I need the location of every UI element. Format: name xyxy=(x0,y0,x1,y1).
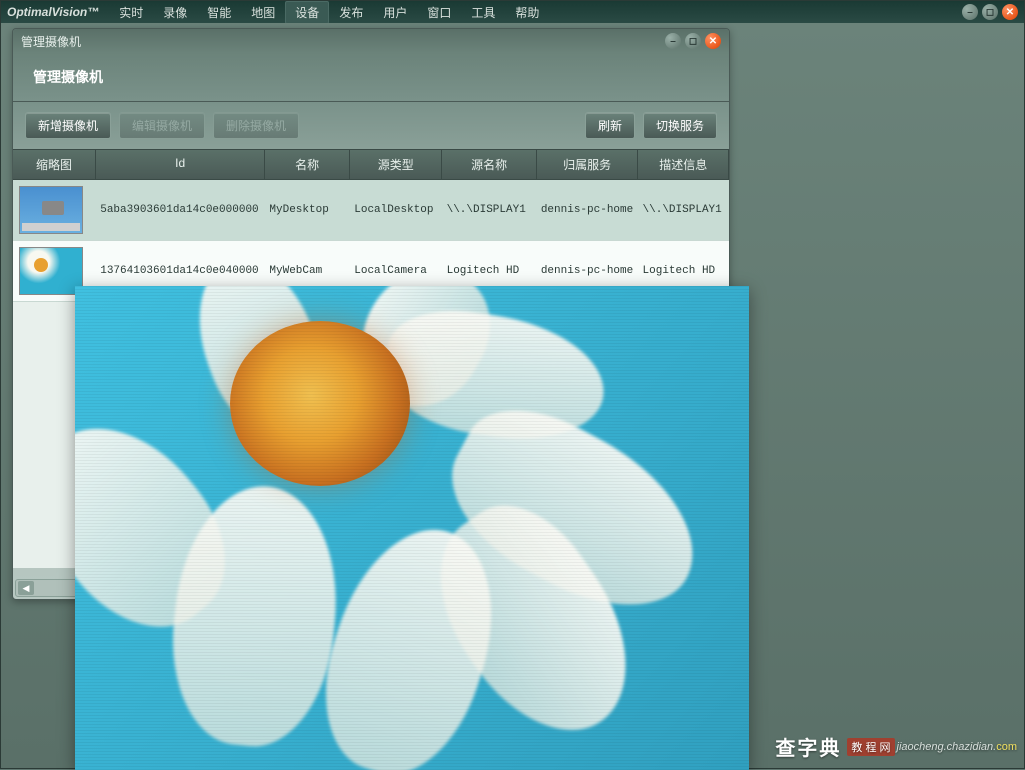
menu-user[interactable]: 用户 xyxy=(373,1,417,24)
delete-camera-button[interactable]: 删除摄像机 xyxy=(213,112,299,139)
col-source-type[interactable]: 源类型 xyxy=(350,150,442,179)
main-title-bar: OptimalVision™ 实时 录像 智能 地图 设备 发布 用户 窗口 工… xyxy=(1,1,1024,23)
name-cell: MyWebCam xyxy=(265,253,350,289)
dialog-header: 管理摄像机 xyxy=(13,53,729,102)
add-camera-button[interactable]: 新增摄像机 xyxy=(25,112,111,139)
col-source-name[interactable]: 源名称 xyxy=(442,150,536,179)
dialog-maximize-icon[interactable]: ◻ xyxy=(685,33,701,49)
menu-realtime[interactable]: 实时 xyxy=(109,1,153,24)
dialog-minimize-icon[interactable]: – xyxy=(665,33,681,49)
app-title: OptimalVision™ xyxy=(7,5,109,19)
edit-camera-button[interactable]: 编辑摄像机 xyxy=(119,112,205,139)
menu-record[interactable]: 录像 xyxy=(153,1,197,24)
name-cell: MyDesktop xyxy=(265,192,350,228)
thumbnail-cell xyxy=(13,180,96,240)
menu-publish[interactable]: 发布 xyxy=(329,1,373,24)
camera-preview-overlay xyxy=(75,286,749,770)
switch-service-button[interactable]: 切换服务 xyxy=(643,112,717,139)
watermark-badge: 教 程 网 xyxy=(847,738,894,756)
svc-cell: dennis-pc-home xyxy=(537,253,639,289)
refresh-button[interactable]: 刷新 xyxy=(585,112,635,139)
srcname-cell: Logitech HD xyxy=(443,253,537,289)
dialog-title: 管理摄像机 xyxy=(21,33,665,50)
menu-help[interactable]: 帮助 xyxy=(505,1,549,24)
srcname-cell: \\.\DISPLAY1 xyxy=(443,192,537,228)
scroll-left-icon[interactable]: ◀ xyxy=(18,581,34,595)
menu-map[interactable]: 地图 xyxy=(241,1,285,24)
watermark: 查字典 教 程 网 jiaocheng.chazidian.com xyxy=(775,732,1017,761)
svc-cell: dennis-pc-home xyxy=(537,192,639,228)
col-name[interactable]: 名称 xyxy=(265,150,350,179)
col-thumbnail[interactable]: 缩略图 xyxy=(13,150,96,179)
close-icon[interactable]: ✕ xyxy=(1002,4,1018,20)
dialog-title-bar: 管理摄像机 – ◻ ✕ xyxy=(13,29,729,53)
id-cell: 13764103601da14c0e040000 xyxy=(96,253,265,289)
col-service[interactable]: 归属服务 xyxy=(537,150,639,179)
menu-intel[interactable]: 智能 xyxy=(197,1,241,24)
table-row[interactable]: 5aba3903601da14c0e000000 MyDesktop Local… xyxy=(13,180,729,241)
flower-thumbnail-icon xyxy=(19,247,83,295)
col-id[interactable]: Id xyxy=(96,150,265,179)
minimize-icon[interactable]: – xyxy=(962,4,978,20)
desc-cell: \\.\DISPLAY1 xyxy=(639,192,729,228)
dialog-toolbar: 新增摄像机 编辑摄像机 删除摄像机 刷新 切换服务 xyxy=(13,102,729,149)
menu-window[interactable]: 窗口 xyxy=(417,1,461,24)
watermark-logo-text: 查字典 xyxy=(775,732,841,761)
col-description[interactable]: 描述信息 xyxy=(638,150,729,179)
desktop-thumbnail-icon xyxy=(19,186,83,234)
srctype-cell: LocalDesktop xyxy=(350,192,442,228)
watermark-url: jiaocheng.chazidian.com xyxy=(897,741,1017,753)
menu-device[interactable]: 设备 xyxy=(285,1,329,24)
maximize-icon[interactable]: ◻ xyxy=(982,4,998,20)
srctype-cell: LocalCamera xyxy=(350,253,442,289)
dialog-close-icon[interactable]: ✕ xyxy=(705,33,721,49)
desc-cell: Logitech HD xyxy=(639,253,729,289)
menu-bar: 实时 录像 智能 地图 设备 发布 用户 窗口 工具 帮助 xyxy=(109,1,549,24)
flower-image xyxy=(75,286,749,770)
dialog-window-controls: – ◻ ✕ xyxy=(665,33,721,49)
id-cell: 5aba3903601da14c0e000000 xyxy=(96,192,265,228)
table-header: 缩略图 Id 名称 源类型 源名称 归属服务 描述信息 xyxy=(13,149,729,180)
menu-tools[interactable]: 工具 xyxy=(461,1,505,24)
main-window-controls: – ◻ ✕ xyxy=(962,4,1018,20)
